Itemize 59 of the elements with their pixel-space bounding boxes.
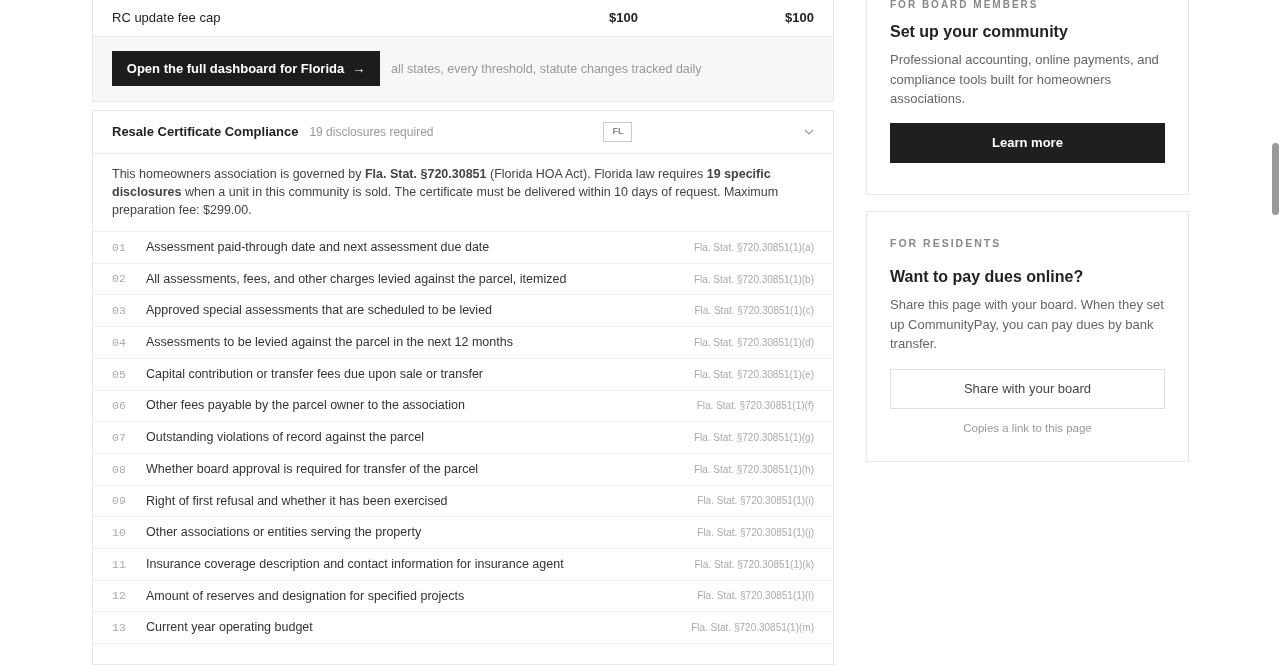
card-title: Want to pay dues online? [890, 267, 1085, 288]
statute-citation: Fla. Stat. §720.30851(1)(e) [693, 367, 814, 382]
dashboard-button[interactable]: Open the full dashboard for Florida → [112, 51, 380, 87]
card-eyebrow: FOR RESIDENTS [890, 235, 1003, 251]
statute-citation: Fla. Stat. §720.30851(1)(a) [693, 240, 814, 255]
disclosure-number: 01 [112, 239, 127, 256]
disclosure-text: Assessments to be levied against the parcel in the next 12 months [146, 334, 514, 352]
disclosure-number: 13 [112, 620, 127, 637]
learn-more-button[interactable]: Learn more [890, 122, 1165, 163]
dashboard-note: all states, every threshold, statute changes tracked daily [391, 60, 702, 78]
statute-citation: Fla. Stat. §720.30851(1)(l) [697, 589, 814, 604]
statute-citation: Fla. Stat. §720.30851(1)(j) [697, 526, 814, 541]
compliance-header[interactable]: Resale Certificate Compliance 19 disclosures required FL [93, 111, 833, 155]
compliance-title: Resale Certificate Compliance [112, 123, 299, 142]
fee-value: $100 [608, 9, 638, 28]
statute-citation: Fla. Stat. §720.30851(1)(m) [691, 621, 814, 636]
disclosure-number: 08 [112, 461, 127, 478]
disclosure-text: Approved special assessments that are scheduled to be levied [146, 302, 494, 320]
statute-citation: Fla. Stat. §720.30851(1)(c) [694, 304, 814, 319]
disclosure-text: Other associations or entities serving the property [146, 524, 423, 542]
disclosure-number: 02 [112, 271, 127, 288]
disclosure-number: 03 [112, 303, 127, 320]
statute-citation: Fla. Stat. §720.30851(1)(h) [693, 462, 814, 477]
disclosure-text: Whether board approval is required for transfer of the parcel [146, 460, 480, 478]
fee-label: RC update fee cap [112, 9, 222, 28]
disclosure-text: Insurance coverage description and contact information for insurance agent [146, 555, 565, 573]
card-title: Set up your community [890, 22, 1069, 42]
disclosure-text: Current year operating budget [146, 619, 314, 637]
share-hint: Copies a link to this page [962, 420, 1093, 436]
disclosure-number: 04 [112, 334, 127, 351]
disclosure-number: 06 [112, 398, 127, 415]
card-eyebrow: FOR BOARD MEMBERS [890, 0, 1040, 10]
fee-value: $100 [784, 9, 814, 28]
disclosure-count: 19 disclosures required [309, 124, 435, 142]
statute-citation: Fla. Stat. §720.30851(1)(b) [693, 272, 814, 287]
disclosure-number: 11 [112, 556, 127, 573]
statute-citation: Fla. Stat. §720.30851(1)(k) [694, 557, 814, 572]
disclosure-text: Assessment paid-through date and next assessment due date [146, 239, 491, 257]
compliance-intro: This homeowners association is governed by Fla. Stat. §720.30851 (Florida HOA Act). Florida law requires 19 specific disclosures when a unit in this community is sold. The certificate must be delivered within 10 days of request. Maximum preparation fee: $299.00. [112, 166, 780, 220]
disclosure-number: 09 [112, 493, 127, 510]
disclosure-text: All assessments, fees, and other charges levied against the parcel, itemized [146, 270, 568, 288]
disclosure-text: Capital contribution or transfer fees due upon sale or transfer [146, 365, 484, 383]
disclosure-number: 10 [112, 524, 127, 541]
statute-citation: Fla. Stat. §720.30851(1)(f) [696, 399, 814, 414]
card-body: Professional accounting, online payments, and compliance tools built for homeowners associations. [890, 51, 1160, 108]
disclosure-number: 05 [112, 366, 127, 383]
disclosure-number: 07 [112, 429, 127, 446]
card-body: Share this page with your board. When they set up CommunityPay, you can pay dues by bank transfer. [890, 296, 1165, 354]
disclosure-text: Outstanding violations of record against the parcel [146, 429, 425, 447]
disclosure-number: 12 [112, 588, 127, 605]
disclosure-text: Other fees payable by the parcel owner to the association [146, 397, 466, 415]
scrollbar-thumb[interactable] [1272, 143, 1279, 215]
state-badge: FL [603, 122, 633, 142]
statute-citation: Fla. Stat. §720.30851(1)(i) [697, 494, 814, 509]
disclosure-text: Right of first refusal and whether it has been exercised [146, 492, 449, 510]
statute-citation: Fla. Stat. §720.30851(1)(d) [693, 335, 814, 350]
disclosure-text: Amount of reserves and designation for specified projects [146, 587, 466, 605]
share-button[interactable]: Share with your board [890, 368, 1165, 409]
statute-citation: Fla. Stat. §720.30851(1)(g) [693, 431, 814, 446]
